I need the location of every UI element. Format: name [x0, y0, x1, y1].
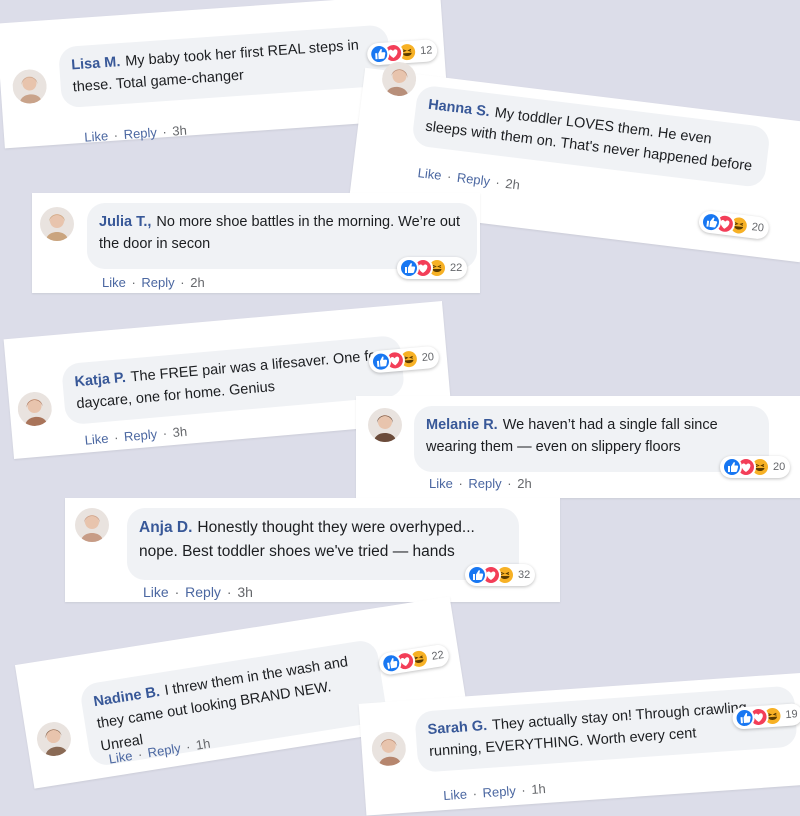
avatar[interactable]	[75, 508, 109, 542]
separator: ·	[181, 738, 196, 755]
like-link[interactable]: Like	[417, 165, 443, 183]
comment-card: Julia T., No more shoe battles in the mor…	[32, 193, 480, 293]
reply-link[interactable]: Reply	[123, 125, 157, 142]
reaction-count: 12	[419, 44, 433, 58]
comment-bubble: Melanie R. We haven’t had a single fall s…	[414, 406, 769, 472]
avatar[interactable]	[34, 719, 74, 759]
comment-author[interactable]: Julia T.,	[99, 214, 151, 230]
like-link[interactable]: Like	[102, 275, 126, 290]
comment-actions: Like · Reply · 2h	[429, 476, 532, 491]
separator: ·	[442, 168, 456, 185]
reaction-count: 22	[450, 262, 463, 274]
comment-author[interactable]: Anja D.	[139, 519, 192, 536]
avatar[interactable]	[368, 408, 402, 442]
comment-time: 3h	[171, 122, 188, 139]
like-link[interactable]: Like	[143, 584, 169, 600]
comment-text: I threw them in the wash and they came o…	[95, 654, 350, 755]
avatar[interactable]	[370, 730, 407, 767]
comment-bubble: Lisa M. My baby took her first REAL steps…	[57, 24, 392, 109]
comment-time: 1h	[194, 735, 212, 753]
comment-card: Melanie R. We haven’t had a single fall s…	[356, 396, 800, 498]
comment-time: 2h	[517, 476, 532, 491]
separator: ·	[170, 584, 184, 600]
separator: ·	[109, 429, 123, 446]
comment-author[interactable]: Melanie R.	[426, 417, 498, 433]
reaction-count: 22	[430, 649, 445, 663]
reply-link[interactable]: Reply	[123, 426, 157, 444]
reaction-count: 19	[785, 708, 799, 722]
reaction-count: 20	[750, 221, 765, 235]
separator: ·	[158, 123, 171, 140]
person-icon	[370, 730, 407, 767]
like-link[interactable]: Like	[84, 128, 109, 145]
comment-bubble: Sarah G. They actually stay on! Through c…	[414, 685, 798, 773]
reaction-summary[interactable]: 32	[465, 564, 536, 586]
separator: ·	[109, 127, 123, 143]
comment-author[interactable]: Katja P.	[74, 370, 127, 390]
comment-author[interactable]: Lisa M.	[71, 54, 121, 73]
comment-author[interactable]: Hanna S.	[427, 97, 491, 120]
comment-time: 3h	[237, 584, 253, 600]
comment-time: 1h	[530, 781, 547, 797]
comment-actions: Like · Reply · 2h	[102, 275, 205, 290]
like-icon	[733, 707, 756, 729]
separator: ·	[127, 275, 140, 290]
reaction-count: 20	[421, 350, 435, 365]
comment-actions: Like · Reply · 3h	[84, 123, 187, 145]
reaction-summary[interactable]: 19	[731, 702, 800, 730]
reaction-summary[interactable]: 20	[368, 345, 440, 374]
person-icon	[75, 508, 109, 542]
reply-link[interactable]: Reply	[468, 476, 501, 491]
avatar[interactable]	[40, 207, 74, 241]
separator: ·	[158, 425, 172, 442]
like-icon	[368, 43, 390, 65]
person-icon	[34, 719, 74, 759]
comment-time: 2h	[504, 175, 521, 193]
separator: ·	[517, 782, 530, 798]
comment-author[interactable]: Sarah G.	[427, 718, 488, 738]
like-link[interactable]: Like	[443, 787, 468, 804]
comment-actions: Like · Reply · 3h	[143, 584, 253, 600]
reply-link[interactable]: Reply	[456, 170, 491, 189]
comment-time: 3h	[171, 423, 188, 440]
separator: ·	[176, 275, 189, 290]
person-icon	[11, 68, 48, 105]
separator: ·	[468, 785, 482, 802]
comment-time: 2h	[190, 275, 205, 290]
separator: ·	[133, 745, 147, 763]
comment-bubble: Katja P. The FREE pair was a lifesaver. O…	[61, 334, 406, 426]
like-icon	[467, 565, 487, 585]
comment-card: Anja D. Honestly thought they were overhy…	[65, 498, 560, 602]
like-icon	[399, 258, 419, 278]
separator: ·	[491, 174, 505, 191]
avatar[interactable]	[16, 390, 54, 428]
avatar[interactable]	[11, 68, 48, 105]
person-icon	[40, 207, 74, 241]
reaction-summary[interactable]: 22	[397, 257, 468, 279]
reply-link[interactable]: Reply	[185, 584, 221, 600]
separator: ·	[454, 476, 467, 491]
person-icon	[368, 408, 402, 442]
comment-author[interactable]: Nadine B.	[92, 684, 161, 710]
reaction-count: 20	[773, 461, 786, 473]
reply-link[interactable]: Reply	[482, 783, 516, 800]
separator: ·	[503, 476, 516, 491]
like-link[interactable]: Like	[108, 748, 134, 767]
comment-actions: Like · Reply · 3h	[84, 424, 188, 448]
comment-bubble: Anja D. Honestly thought they were overhy…	[127, 508, 519, 580]
reaction-summary[interactable]: 20	[697, 209, 771, 241]
like-icon	[370, 350, 392, 373]
separator: ·	[222, 584, 236, 600]
reaction-count: 32	[518, 569, 531, 581]
like-link[interactable]: Like	[429, 476, 453, 491]
like-icon	[722, 457, 742, 477]
reaction-summary[interactable]: 22	[377, 643, 451, 677]
reaction-summary[interactable]: 20	[720, 456, 791, 478]
person-icon	[16, 390, 54, 428]
like-link[interactable]: Like	[84, 431, 109, 448]
comment-actions: Like · Reply · 2h	[417, 165, 521, 192]
comment-text: No more shoe battles in the morning. We’…	[99, 214, 460, 253]
reply-link[interactable]: Reply	[141, 275, 174, 290]
